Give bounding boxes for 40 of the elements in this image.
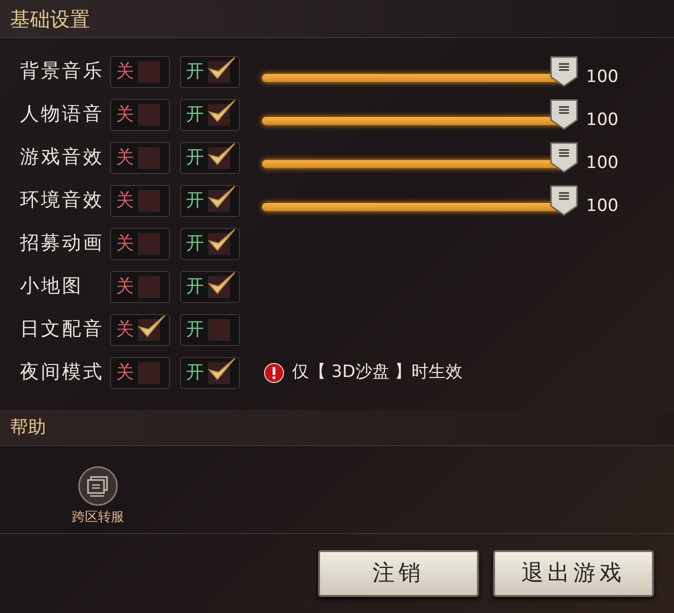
toggle-option[interactable]: 关 [110, 314, 170, 346]
volume-value: 100 [586, 108, 618, 132]
toggle-option[interactable]: 开 [180, 142, 240, 174]
toggle-option[interactable]: 关 [110, 142, 170, 174]
action-button[interactable]: 注销 [318, 550, 479, 597]
setting-label: 夜间模式 [19, 360, 105, 386]
note-text: 仅【 3D沙盘 】时生效 [292, 360, 463, 384]
volume-value: 100 [586, 152, 618, 175]
warning-icon [264, 362, 284, 382]
toggle-option[interactable]: 关 [110, 56, 170, 88]
volume-value: 100 [586, 194, 618, 218]
setting-label: 环境音效 [19, 188, 105, 214]
slider-thumb[interactable] [549, 140, 579, 172]
section-title: 帮助 [10, 416, 46, 440]
toggle-option[interactable]: 开 [180, 98, 240, 130]
toggle-option[interactable]: 开 [180, 56, 240, 88]
toggle-option[interactable]: 关 [110, 98, 170, 130]
slider-thumb[interactable] [549, 184, 579, 216]
section-title: 基础设置 [10, 6, 90, 32]
slider-thumb[interactable] [549, 98, 579, 130]
toggle-option[interactable]: 开 [180, 270, 240, 302]
setting-label: 日文配音 [19, 317, 105, 342]
slider-thumb[interactable] [549, 54, 579, 86]
toggle-option[interactable]: 关 [110, 184, 170, 216]
toggle-option[interactable]: 开 [180, 314, 240, 346]
setting-label: 招募动画 [19, 231, 105, 256]
action-button[interactable]: 退出游戏 [493, 550, 654, 597]
volume-value: 100 [586, 66, 618, 89]
setting-label: 人物语音 [19, 102, 105, 128]
toggle-option[interactable]: 关 [110, 228, 170, 260]
toggle-option[interactable]: 关 [110, 270, 170, 302]
setting-label: 游戏音效 [19, 145, 105, 170]
toggle-option[interactable]: 关 [110, 356, 170, 388]
setting-label: 背景音乐 [19, 59, 105, 84]
toggle-option[interactable]: 开 [180, 184, 240, 216]
toggle-option[interactable]: 开 [180, 356, 240, 388]
transfer-server-button[interactable]: 跨区转服 [72, 466, 124, 528]
server-transfer-icon [78, 466, 118, 506]
setting-label: 小地图 [19, 274, 84, 300]
toggle-option[interactable]: 开 [180, 228, 240, 260]
